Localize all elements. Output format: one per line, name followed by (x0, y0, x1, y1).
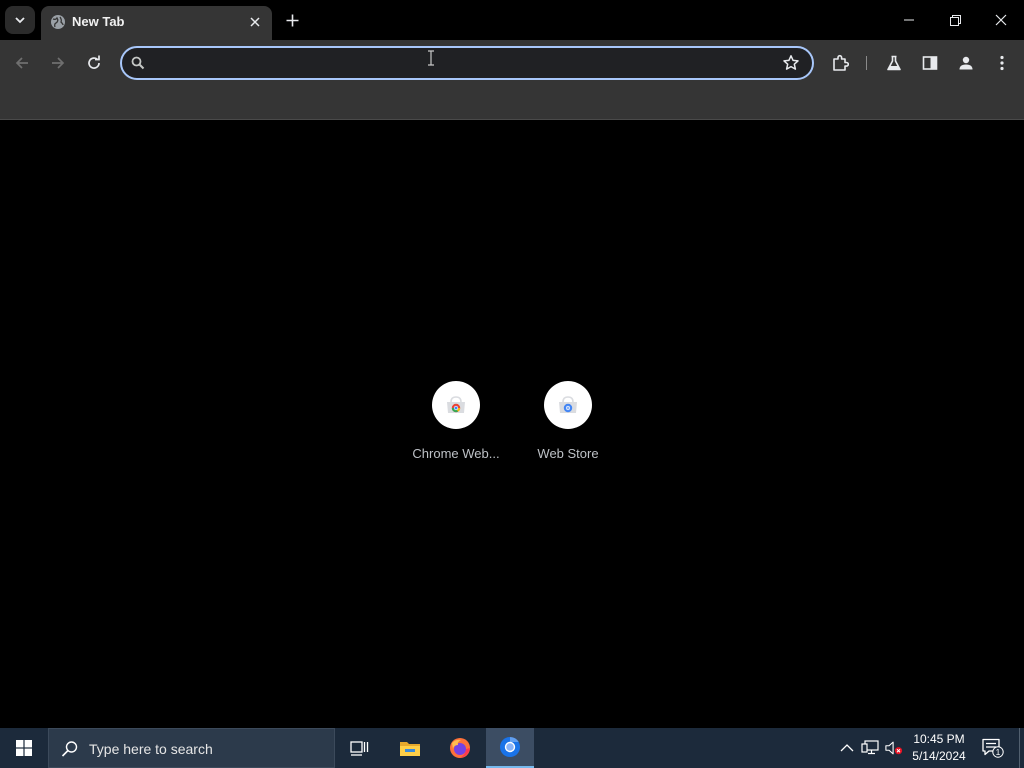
clock-time: 10:45 PM (913, 732, 965, 746)
shortcut-icon-container (544, 381, 592, 429)
system-clock[interactable]: 10:45 PM 5/14/2024 (904, 731, 974, 765)
volume-muted-icon (885, 741, 903, 755)
chrome-web-store-icon (447, 396, 465, 413)
firefox-icon (450, 738, 470, 758)
file-explorer-icon (400, 742, 420, 756)
network-icon (861, 740, 879, 755)
extensions-button[interactable] (824, 47, 856, 79)
chrome-icon (500, 736, 520, 757)
minimize-icon (904, 19, 914, 21)
arrow-left-icon (15, 57, 28, 69)
puzzle-piece-icon (833, 54, 849, 71)
restore-icon (949, 14, 961, 26)
back-button[interactable] (6, 47, 38, 79)
show-hidden-icons-button[interactable] (838, 739, 856, 757)
shortcut-tile[interactable]: Web Store (512, 381, 624, 471)
tab-new-tab[interactable]: New Tab (41, 6, 272, 40)
network-status-button[interactable] (861, 739, 879, 757)
profile-button[interactable] (950, 47, 982, 79)
tab-search-button[interactable] (5, 6, 35, 34)
windows-logo-icon (16, 740, 32, 756)
toolbar-divider (866, 56, 867, 70)
forward-button[interactable] (42, 47, 74, 79)
labs-button[interactable] (878, 47, 910, 79)
flask-icon (887, 55, 901, 71)
chrome-button[interactable] (486, 728, 534, 768)
menu-button[interactable] (986, 47, 1018, 79)
task-view-icon (350, 741, 369, 756)
person-icon (959, 56, 973, 70)
address-input[interactable] (152, 50, 772, 76)
bookmarks-bar (0, 86, 1024, 120)
notification-icon: 1 (982, 738, 1004, 758)
start-button[interactable] (0, 728, 48, 768)
restore-button[interactable] (932, 0, 978, 40)
shortcut-tile[interactable]: Chrome Web... (400, 381, 512, 471)
bookmark-star-icon[interactable] (782, 54, 800, 72)
shortcut-icon-container (432, 381, 480, 429)
volume-button[interactable] (885, 739, 903, 757)
clock-date: 5/14/2024 (912, 749, 966, 763)
tab-title: New Tab (72, 14, 125, 29)
file-explorer-button[interactable] (386, 728, 434, 768)
reload-icon (88, 55, 100, 69)
plus-icon (286, 14, 298, 26)
tab-close-button[interactable] (247, 14, 263, 30)
three-dots-vertical-icon (1000, 55, 1004, 71)
windows-taskbar: Type here to search 10:45 PM 5/14/2024 1 (0, 728, 1024, 768)
tab-strip: New Tab (0, 0, 1024, 40)
arrow-right-icon (52, 57, 65, 69)
action-center-button[interactable]: 1 (978, 728, 1008, 768)
side-panel-icon (922, 56, 938, 70)
web-store-icon (559, 396, 577, 413)
close-icon (250, 17, 260, 27)
task-view-button[interactable] (336, 728, 384, 768)
reload-button[interactable] (78, 47, 110, 79)
chevron-up-icon (840, 744, 854, 752)
taskbar-search-placeholder: Type here to search (89, 741, 213, 757)
close-window-button[interactable] (978, 0, 1024, 40)
taskbar-search-box[interactable]: Type here to search (48, 728, 335, 768)
new-tab-page: Chrome Web... Web Store (0, 121, 1024, 728)
globe-icon (51, 15, 65, 29)
text-cursor-icon (428, 50, 434, 66)
search-icon (61, 741, 78, 757)
chevron-down-icon (15, 17, 25, 24)
minimize-button[interactable] (886, 0, 932, 40)
search-icon (131, 56, 145, 70)
notification-count: 1 (996, 747, 1001, 757)
shortcut-label: Web Store (537, 446, 599, 461)
browser-toolbar (0, 40, 1024, 86)
show-desktop-button[interactable] (1019, 728, 1024, 768)
side-panel-button[interactable] (914, 47, 946, 79)
firefox-button[interactable] (436, 728, 484, 768)
address-bar[interactable] (120, 46, 814, 80)
shortcut-label: Chrome Web... (412, 446, 500, 461)
new-tab-button[interactable] (280, 8, 304, 32)
close-icon (995, 14, 1007, 26)
